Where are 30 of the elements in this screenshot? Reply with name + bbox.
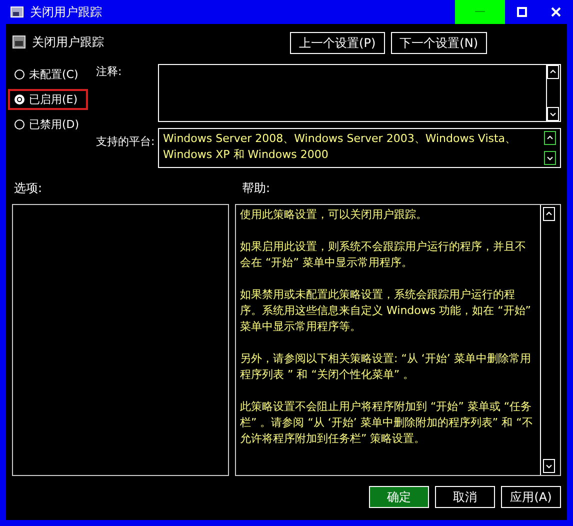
platform-label: 支持的平台: — [96, 134, 156, 150]
scroll-up-icon[interactable] — [544, 131, 556, 145]
next-setting-button[interactable]: 下一个设置(N) — [390, 32, 487, 54]
radio-button[interactable] — [14, 94, 25, 105]
policy-icon — [12, 35, 26, 49]
policy-title: 关闭用户跟踪 — [32, 34, 105, 51]
comment-label: 注释: — [96, 64, 123, 80]
help-paragraph: 如果启用此设置，则系统不会跟踪用户运行的程序，并且不会在 “开始” 菜单中显示常用程序。 — [240, 239, 527, 271]
platform-text: Windows Server 2008、Windows Server 2003、Windows Vista、Windows XP 和 Windows 2000 — [162, 131, 518, 163]
radio-label: 已禁用(D) — [29, 117, 80, 132]
previous-setting-button[interactable]: 上一个设置(P) — [290, 32, 385, 54]
radio-button[interactable] — [14, 119, 25, 130]
help-paragraph: 另外，请参阅以下相关策略设置: “从 ‘开始’ 菜单中删除常用程序列表 ” 和 “关闭个性化菜单” 。 — [240, 351, 532, 383]
ok-button[interactable]: 确定 — [369, 486, 429, 508]
radio-button[interactable] — [14, 69, 25, 80]
radio-label: 已启用(E) — [29, 92, 78, 107]
apply-button[interactable]: 应用(A) — [501, 486, 561, 508]
minimize-icon — [475, 11, 485, 13]
help-label: 帮助: — [242, 180, 270, 197]
help-paragraph: 此策略设置不会阻止用户将程序附加到 “开始” 菜单或 “任务栏” 。请参阅 “从 ‘开始’ 菜单中删除附加的程序列表” 和 “不允许将程序附加到任务栏” 策略设置。 — [240, 399, 534, 447]
options-label: 选项: — [14, 180, 44, 197]
close-icon — [551, 7, 561, 17]
scroll-down-icon[interactable] — [544, 151, 556, 165]
maximize-icon — [517, 7, 527, 17]
cancel-button[interactable]: 取消 — [435, 486, 495, 508]
radio-label: 未配置(C) — [29, 67, 78, 82]
help-paragraph: 使用此策略设置，可以关闭用户跟踪。 — [240, 207, 428, 223]
window-title: 关闭用户跟踪 — [30, 4, 103, 20]
help-paragraph: 如果禁用或未配置此策略设置，系统会跟踪用户运行的程序。系统用这些信息来自定义 Windows 功能，如在 “开始” 菜单中显示常用程序等。 — [240, 287, 532, 335]
app-icon — [10, 5, 24, 19]
